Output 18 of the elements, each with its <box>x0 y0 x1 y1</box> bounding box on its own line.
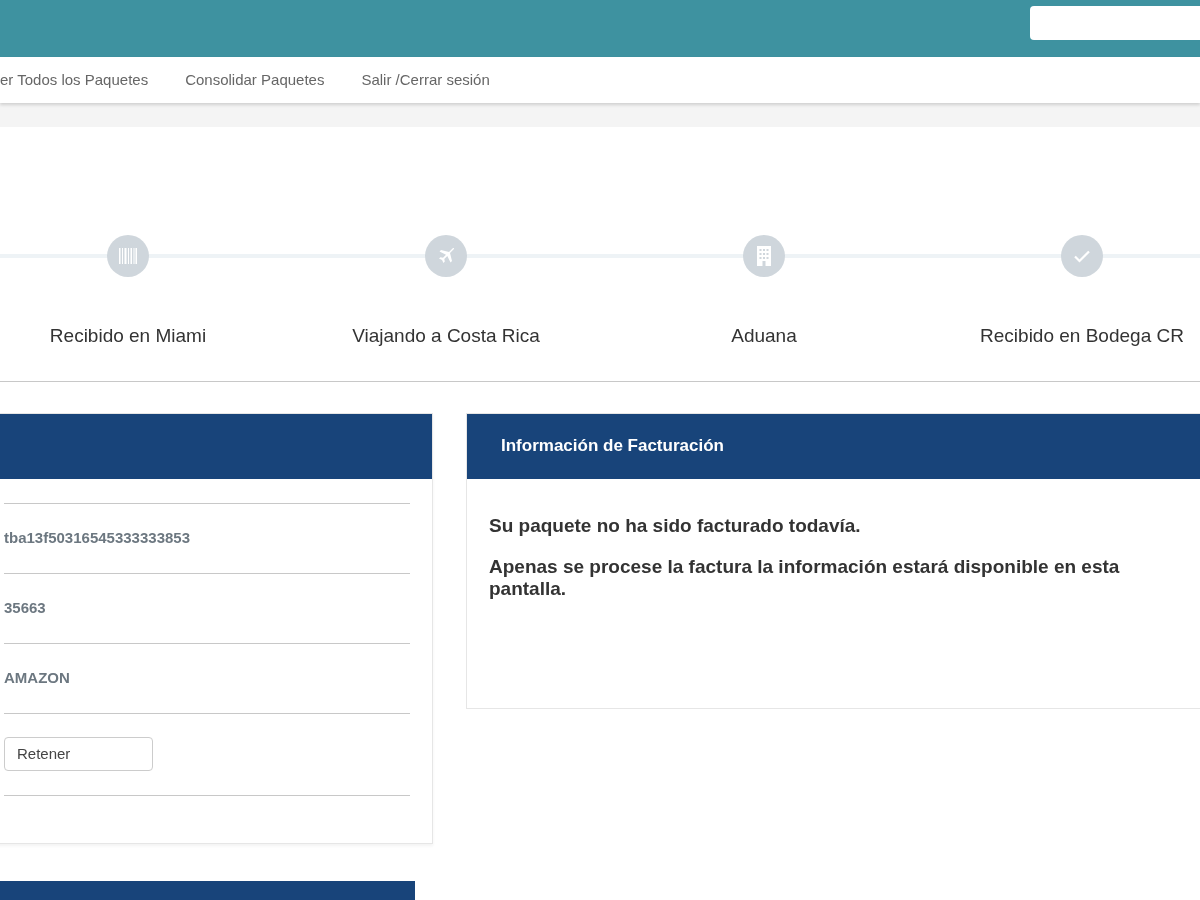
barcode-icon <box>117 245 139 267</box>
field-value: 35663 <box>4 597 46 618</box>
building-icon <box>755 245 773 267</box>
card-title: Información de Facturación <box>467 413 1200 479</box>
plane-icon <box>436 246 456 266</box>
field-value: AMAZON <box>4 667 70 688</box>
nav-link[interactable]: Consolidar Paquetes <box>185 68 325 92</box>
field-value: tba13f50316545333333853 <box>4 527 190 548</box>
billing-message: Apenas se procese la factura la información estará disponible en esta pantalla. <box>489 556 1121 601</box>
step-label: Recibido en Bodega CR <box>980 324 1184 348</box>
billing-message: Su paquete no ha sido facturado todavía. <box>489 514 862 537</box>
nav-link[interactable]: Salir /Cerrar sesión <box>361 68 490 92</box>
step-label: Recibido en Miami <box>49 324 207 348</box>
nav-link[interactable]: er Todos los Paquetes <box>0 68 149 92</box>
search-field[interactable] <box>1030 6 1200 40</box>
hold-button[interactable]: Retener <box>4 737 153 771</box>
step-label: Aduana <box>731 324 797 348</box>
step-label: Viajando a Costa Rica <box>352 324 540 348</box>
